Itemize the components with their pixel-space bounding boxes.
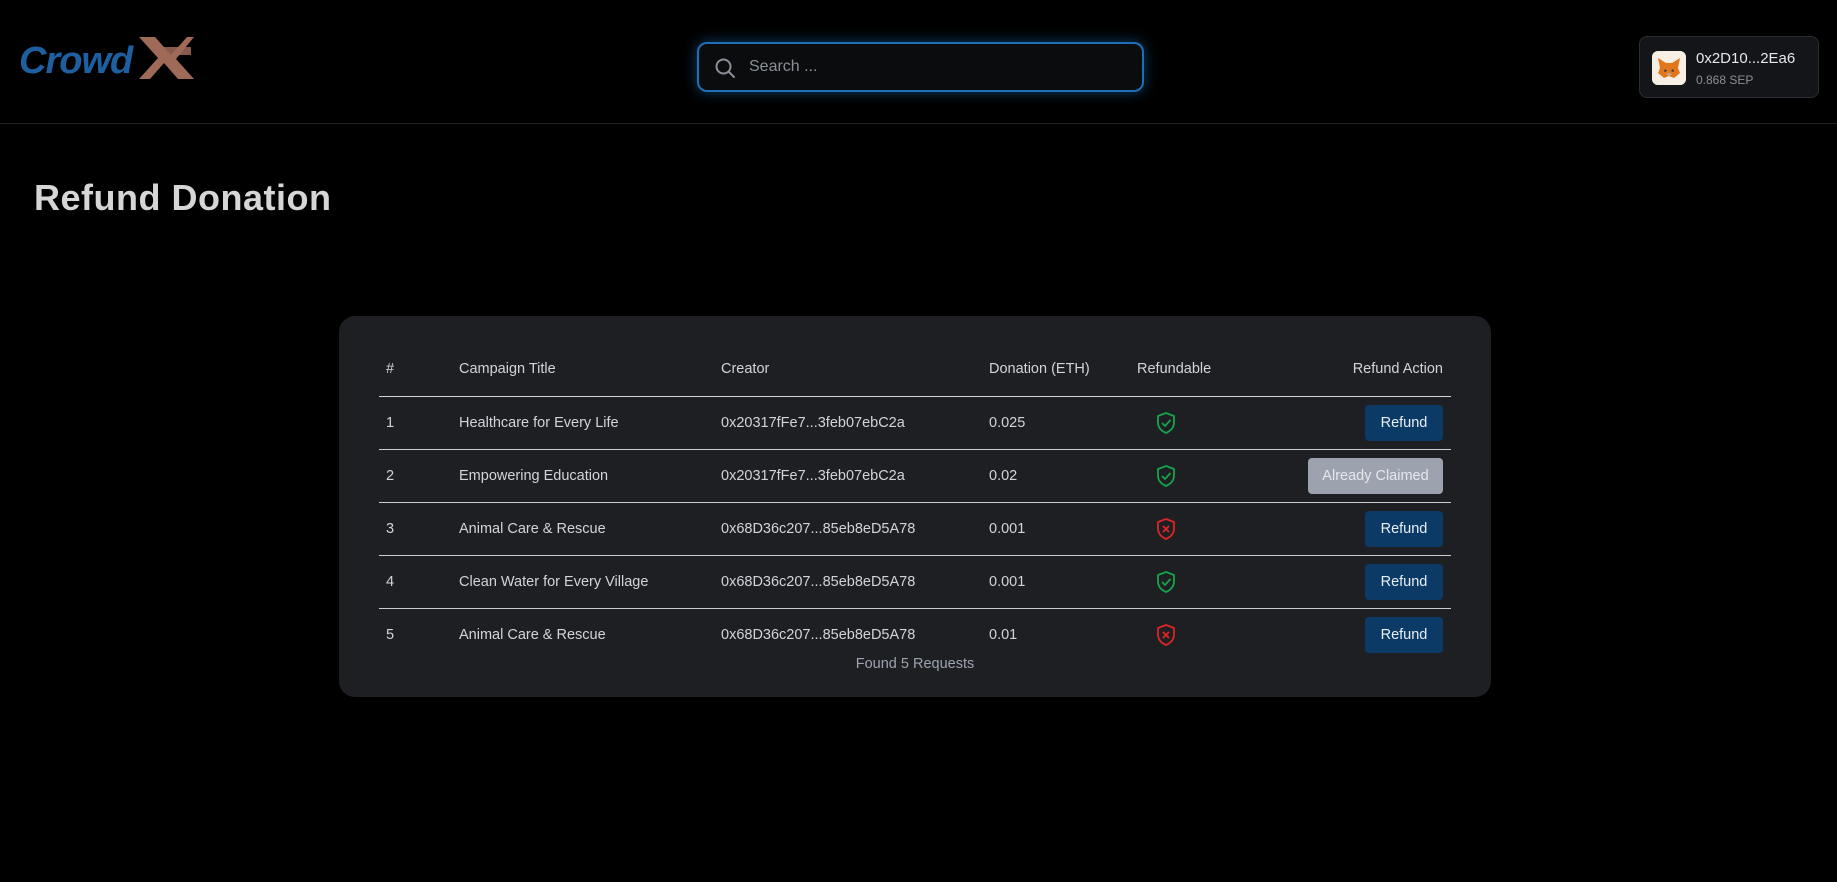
refundable-status [1137,396,1247,450]
refund-button[interactable]: Refund [1365,563,1443,600]
top-header: Crowd 0x2D10...2Ea6 0.868 SEP [0,0,1837,124]
column-header-creator: Creator [721,342,989,397]
donation-amount: 0.001 [989,502,1137,556]
refund-requests-table: # Campaign Title Creator Donation (ETH) … [379,342,1451,661]
table-row: 5 Animal Care & Rescue 0x68D36c207...85eb8… [379,608,1451,661]
column-header-campaign-title: Campaign Title [459,342,721,397]
creator-address: 0x20317fFe7...3feb07ebC2a [721,449,989,503]
already-claimed-button[interactable]: Already Claimed [1308,457,1443,494]
table-row: 2 Empowering Education 0x20317fFe7...3feb0… [379,449,1451,503]
row-number: 3 [379,502,459,556]
creator-address: 0x68D36c207...85eb8eD5A78 [721,502,989,556]
shield-x-icon [1157,623,1175,646]
search-icon [715,58,735,78]
campaign-title: Healthcare for Every Life [459,396,721,450]
creator-address: 0x68D36c207...85eb8eD5A78 [721,626,916,643]
campaign-title: Animal Care & Rescue [459,502,721,556]
wallet-balance: 0.868 SEP [1696,73,1754,87]
row-number: 1 [379,396,459,450]
wallet-button[interactable]: 0x2D10...2Ea6 0.868 SEP [1639,36,1819,98]
refundable-status [1137,449,1247,503]
page-title: Refund Donation [34,177,332,218]
refundable-status [1137,502,1247,556]
shield-check-icon [1157,464,1175,487]
shield-x-icon [1157,517,1175,540]
donation-amount: 0.01 [989,626,1018,643]
crowdx-logo[interactable]: Crowd [19,33,194,83]
column-header-donation: Donation (ETH) [989,342,1137,397]
column-header-number: # [379,342,459,397]
refund-action-cell: Already Claimed [1247,449,1451,503]
table-header-row: # Campaign Title Creator Donation (ETH) … [379,342,1451,397]
refund-button[interactable]: Refund [1365,510,1443,547]
refund-action-cell: Refund [1247,555,1451,609]
table-row: 3 Animal Care & Rescue 0x68D36c207...85eb8… [379,502,1451,556]
refundable-status [1137,608,1247,661]
shield-check-icon [1157,570,1175,593]
refundable-status [1137,555,1247,609]
donation-amount: 0.001 [989,555,1137,609]
table-row: 1 Healthcare for Every Life 0x20317fFe7...… [379,396,1451,450]
row-number: 5 [386,626,395,643]
donation-amount: 0.02 [989,449,1137,503]
campaign-title: Clean Water for Every Village [459,555,721,609]
refund-requests-card: # Campaign Title Creator Donation (ETH) … [339,316,1491,697]
column-header-refund-action: Refund Action [1247,342,1451,397]
refund-action-cell: Refund [1247,396,1451,450]
row-number: 4 [379,555,459,609]
search-input[interactable] [747,44,1137,90]
refund-action-cell: Refund [1247,608,1451,661]
refund-action-cell: Refund [1247,502,1451,556]
svg-text:Crowd: Crowd [19,40,134,82]
search-box[interactable] [697,42,1144,92]
refund-button[interactable]: Refund [1365,616,1443,653]
metamask-fox-icon [1652,51,1686,85]
row-number: 2 [379,449,459,503]
campaign-title: Animal Care & Rescue [459,626,606,643]
table-row: 4 Clean Water for Every Village 0x68D36c20… [379,555,1451,609]
refund-button[interactable]: Refund [1365,404,1443,441]
donation-amount: 0.025 [989,396,1137,450]
wallet-address: 0x2D10...2Ea6 [1696,50,1796,67]
creator-address: 0x20317fFe7...3feb07ebC2a [721,396,989,450]
creator-address: 0x68D36c207...85eb8eD5A78 [721,555,989,609]
results-count: Found 5 Requests [855,656,975,672]
campaign-title: Empowering Education [459,449,721,503]
shield-check-icon [1157,411,1175,434]
column-header-refundable: Refundable [1137,342,1247,397]
